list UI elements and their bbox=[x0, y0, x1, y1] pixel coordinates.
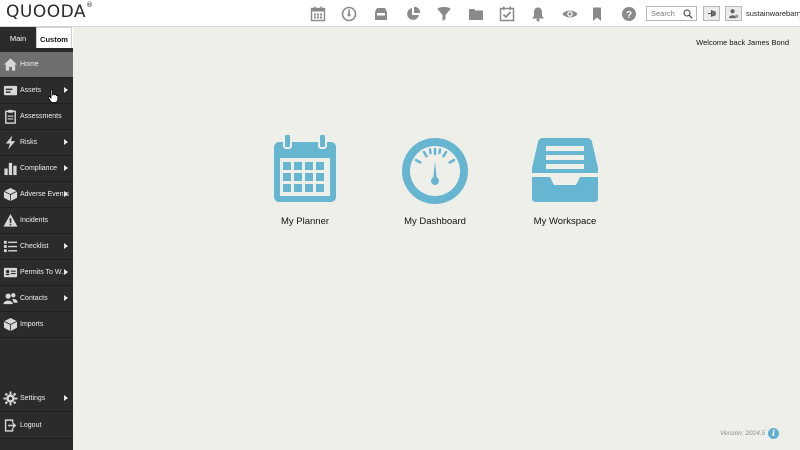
svg-text:?: ? bbox=[626, 10, 632, 21]
sidebar-item-risks[interactable]: Risks bbox=[0, 130, 73, 156]
sidebar-item-label: Logout bbox=[20, 422, 42, 429]
sidebar-item-assets[interactable]: Assets bbox=[0, 78, 73, 104]
gauge-icon[interactable] bbox=[340, 5, 358, 23]
chevron-right-icon bbox=[64, 87, 68, 93]
search-input[interactable]: Search bbox=[646, 6, 697, 21]
pin-icon bbox=[707, 9, 716, 18]
help-icon[interactable]: ? bbox=[620, 5, 638, 23]
filter-icon[interactable] bbox=[435, 5, 453, 23]
calendar-icon[interactable] bbox=[309, 5, 327, 23]
chevron-right-icon bbox=[64, 191, 68, 197]
hand-cursor-icon bbox=[48, 89, 58, 103]
registered-mark: ® bbox=[86, 1, 94, 10]
bell-icon[interactable] bbox=[529, 5, 547, 23]
tile-label: My Planner bbox=[280, 216, 330, 227]
dashboard-gauge-icon bbox=[402, 138, 468, 204]
tile-label: My Dashboard bbox=[404, 216, 466, 227]
bar-chart-icon bbox=[3, 161, 18, 176]
sidebar-item-contacts[interactable]: Contacts bbox=[0, 286, 73, 312]
sidebar-item-permits[interactable]: Permits To W... bbox=[0, 260, 73, 286]
tab-custom[interactable]: Custom bbox=[36, 27, 72, 48]
username[interactable]: sustainwarebarry bbox=[746, 9, 800, 18]
clipboard-icon bbox=[3, 109, 18, 124]
sidebar-item-logout[interactable]: Logout bbox=[0, 413, 73, 439]
welcome-message: Welcome back James Bond bbox=[696, 38, 789, 47]
eye-icon[interactable] bbox=[561, 5, 579, 23]
sidebar-item-label: Contacts bbox=[20, 295, 48, 302]
chevron-right-icon bbox=[64, 139, 68, 145]
logo-text: QUOODA bbox=[6, 2, 87, 22]
planner-calendar-icon bbox=[274, 134, 336, 202]
permit-icon bbox=[3, 265, 18, 280]
chevron-right-icon bbox=[64, 395, 68, 401]
sidebar-item-label: Checklist bbox=[20, 243, 49, 250]
tile-label: My Workspace bbox=[533, 216, 597, 227]
pie-chart-icon[interactable] bbox=[404, 5, 422, 23]
warning-icon bbox=[3, 213, 18, 228]
sidebar-item-label: Imports bbox=[20, 321, 44, 328]
gear-icon bbox=[3, 391, 18, 406]
sidebar-tabs: Main Custom bbox=[0, 27, 73, 48]
sidebar: Main Custom Home Assets Assessments Risk… bbox=[0, 27, 73, 450]
tile-my-workspace[interactable]: My Workspace bbox=[510, 134, 620, 227]
chevron-right-icon bbox=[64, 295, 68, 301]
inbox-icon[interactable] bbox=[372, 5, 390, 23]
sidebar-item-checklist[interactable]: Checklist bbox=[0, 234, 73, 260]
lightning-icon bbox=[3, 135, 18, 150]
sidebar-item-label: Permits To W... bbox=[20, 269, 67, 276]
info-icon[interactable]: i bbox=[768, 428, 779, 439]
top-bar: QUOODA® ? Search sustainwarebarry bbox=[0, 0, 800, 27]
workspace-tray-icon bbox=[532, 138, 598, 202]
asset-icon bbox=[3, 83, 18, 98]
sidebar-item-label: Home bbox=[20, 61, 39, 68]
list-icon bbox=[3, 239, 18, 254]
sidebar-item-label: Assessments bbox=[20, 113, 62, 120]
bookmark-icon[interactable] bbox=[588, 5, 606, 23]
tile-my-planner[interactable]: My Planner bbox=[250, 134, 360, 227]
chevron-right-icon bbox=[64, 165, 68, 171]
user-menu-button[interactable] bbox=[725, 6, 742, 21]
import-box-icon bbox=[3, 317, 18, 332]
sidebar-item-home[interactable]: Home bbox=[0, 52, 73, 78]
cube-icon bbox=[3, 187, 18, 202]
search-icon[interactable] bbox=[683, 9, 693, 19]
sidebar-item-label: Adverse Events bbox=[20, 191, 70, 198]
chevron-right-icon bbox=[64, 269, 68, 275]
version-label: Version: 2024.5 bbox=[720, 430, 766, 437]
sidebar-item-label: Incidents bbox=[20, 217, 49, 224]
user-settings-icon bbox=[728, 9, 739, 19]
contacts-icon bbox=[3, 291, 18, 306]
pin-button[interactable] bbox=[703, 6, 720, 21]
sidebar-item-assessments[interactable]: Assessments bbox=[0, 104, 73, 130]
tile-my-dashboard[interactable]: My Dashboard bbox=[380, 134, 490, 227]
sidebar-item-label: Compliance bbox=[20, 165, 57, 172]
folder-icon[interactable] bbox=[467, 5, 485, 23]
sidebar-item-label: Assets bbox=[20, 87, 42, 94]
checklist-icon[interactable] bbox=[498, 5, 516, 23]
sidebar-item-label: Risks bbox=[20, 139, 38, 146]
chevron-right-icon bbox=[64, 243, 68, 249]
tab-main[interactable]: Main bbox=[0, 27, 36, 48]
sidebar-item-imports[interactable]: Imports bbox=[0, 312, 73, 338]
home-icon bbox=[3, 57, 18, 72]
sidebar-item-adverse-events[interactable]: Adverse Events bbox=[0, 182, 73, 208]
sidebar-item-settings[interactable]: Settings bbox=[0, 386, 73, 412]
sidebar-item-label: Settings bbox=[20, 395, 46, 402]
logout-icon bbox=[3, 418, 18, 433]
logo[interactable]: QUOODA® bbox=[6, 1, 94, 22]
sidebar-item-compliance[interactable]: Compliance bbox=[0, 156, 73, 182]
sidebar-item-incidents[interactable]: Incidents bbox=[0, 208, 73, 234]
